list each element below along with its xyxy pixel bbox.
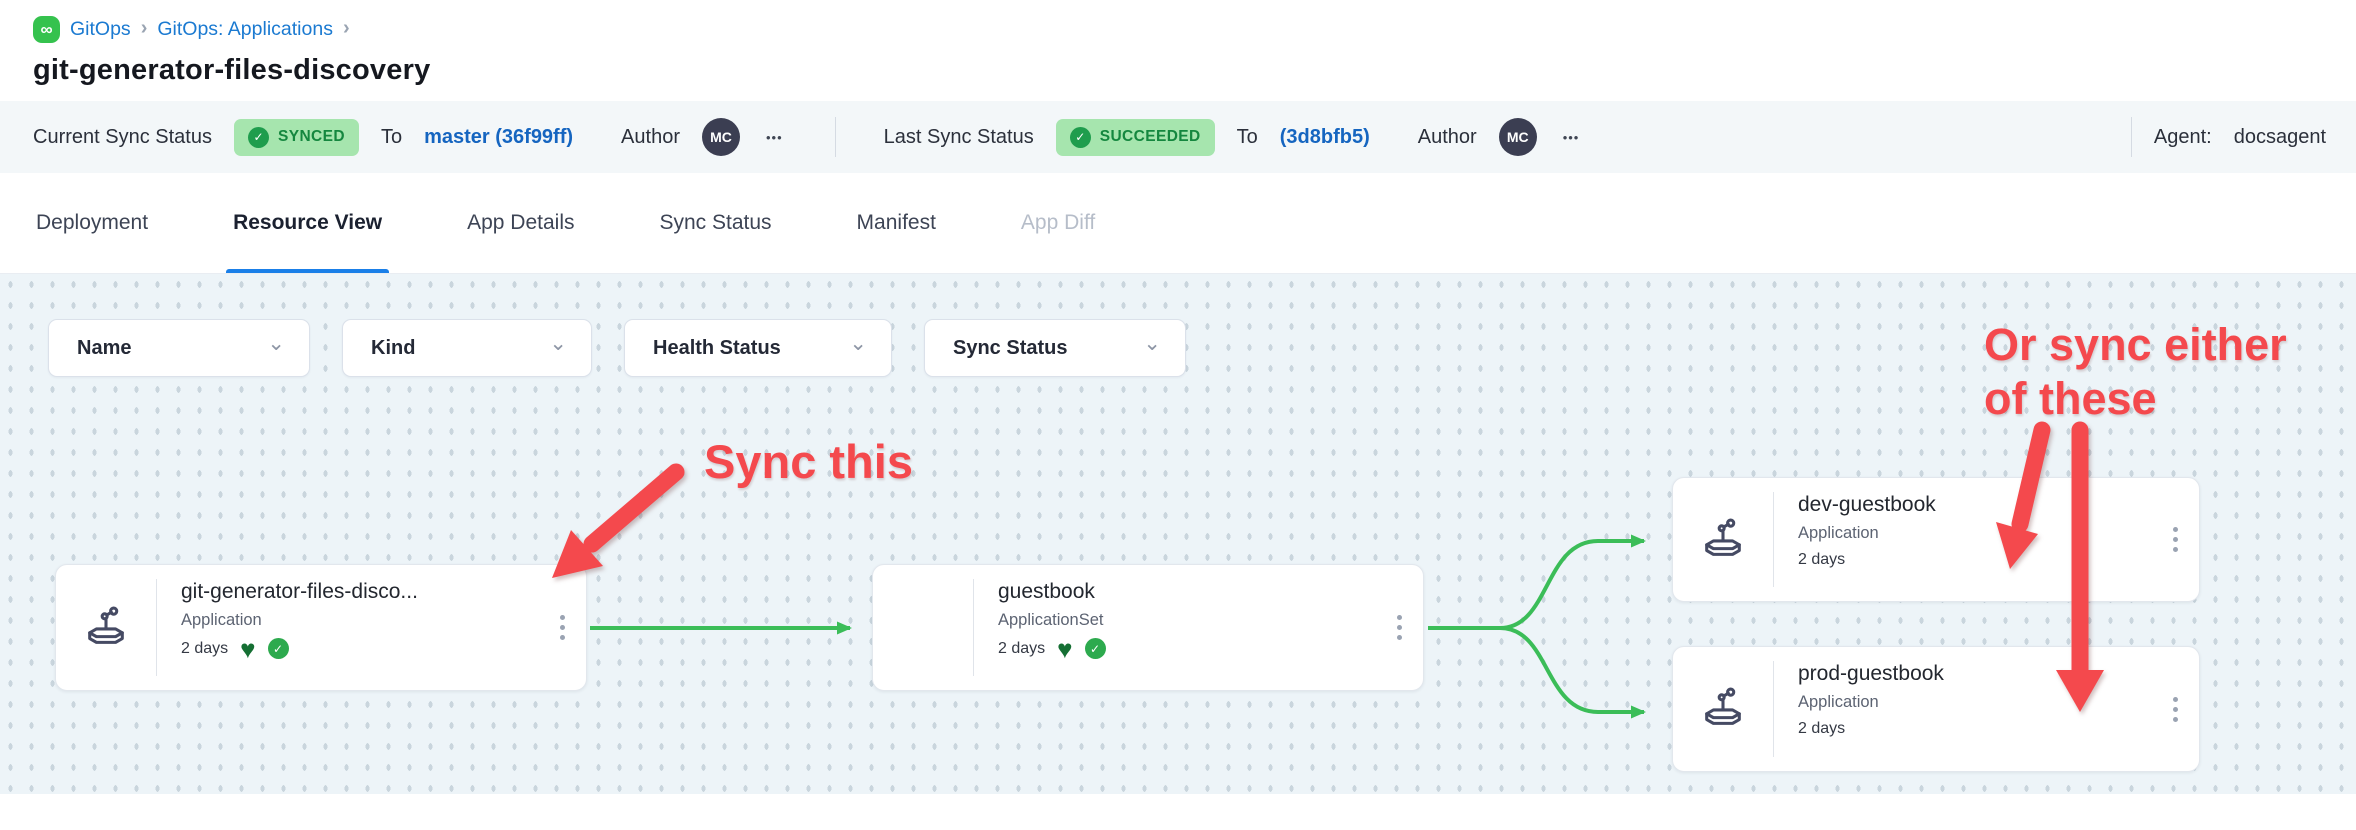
current-sync-status-badge: ✓ SYNCED [234,119,359,156]
node-title: git-generator-files-disco... [181,580,538,604]
breadcrumb-chevron-icon: › [141,17,148,40]
chevron-down-icon: ⌄ [849,331,867,356]
last-sync-status-label: Last Sync Status [884,126,1034,149]
last-author-label: Author [1418,126,1477,149]
node-menu-kebab-icon[interactable] [538,565,586,690]
tab-manifest[interactable]: Manifest [854,173,939,273]
tab-deployment[interactable]: Deployment [33,173,151,273]
node-body: dev-guestbook Application 2 days [1774,478,2151,601]
sync-check-icon: ✓ [1085,638,1106,659]
resource-graph-canvas: Name ⌄ Kind ⌄ Health Status ⌄ Sync Statu… [0,274,2356,794]
node-icon-zone [1673,478,1773,601]
page-header: ∞ GitOps › GitOps: Applications › git-ge… [0,0,2356,101]
node-menu-kebab-icon[interactable] [2151,647,2199,771]
node-menu-kebab-icon[interactable] [1375,565,1423,690]
last-sync-target-link[interactable]: (3d8bfb5) [1280,126,1370,149]
node-age: 2 days [181,640,228,658]
sync-check-icon: ✓ [268,638,289,659]
filter-dropdown-name[interactable]: Name ⌄ [48,319,310,377]
node-body: prod-guestbook Application 2 days [1774,647,2151,771]
node-age: 2 days [1798,551,1845,569]
agent-value: docsagent [2234,126,2326,149]
current-author-label: Author [621,126,680,149]
node-icon-zone [873,565,973,690]
filter-dropdown-kind[interactable]: Kind ⌄ [342,319,592,377]
argo-application-icon [83,605,129,651]
node-icon-zone [56,565,156,690]
badge-label: SUCCEEDED [1100,128,1201,146]
current-more-actions-button[interactable]: ••• [762,126,787,149]
tab-resource-view[interactable]: Resource View [230,173,385,273]
graph-node-prod-guestbook[interactable]: prod-guestbook Application 2 days [1672,646,2200,772]
node-icon-zone [1673,647,1773,771]
filter-label: Kind [371,337,415,360]
filter-bar: Name ⌄ Kind ⌄ Health Status ⌄ Sync Statu… [48,319,1186,377]
check-circle-icon: ✓ [1070,127,1091,148]
node-meta: 2 days [1798,720,2151,738]
tab-sync-status[interactable]: Sync Status [656,173,774,273]
tab-app-details[interactable]: App Details [464,173,577,273]
sync-status-bar: Current Sync Status ✓ SYNCED To master (… [0,101,2356,173]
annotation-or-sync-either: Or sync either of these [1984,318,2287,426]
divider [835,117,836,157]
health-heart-icon: ♥ [240,639,255,659]
chevron-down-icon: ⌄ [549,331,567,356]
node-menu-kebab-icon[interactable] [2151,478,2199,601]
divider [2131,117,2132,157]
node-kind: Application [1798,693,2151,712]
last-more-actions-button[interactable]: ••• [1559,126,1584,149]
agent-label: Agent: [2154,126,2212,149]
last-to-label: To [1237,126,1258,149]
chevron-down-icon: ⌄ [1143,331,1161,356]
node-kind: ApplicationSet [998,611,1375,630]
filter-dropdown-health-status[interactable]: Health Status ⌄ [624,319,892,377]
badge-label: SYNCED [278,128,345,146]
node-meta: 2 days [1798,551,2151,569]
current-sync-status-label: Current Sync Status [33,126,212,149]
agent-group: Agent: docsagent [2131,117,2326,157]
last-sync-status-badge: ✓ SUCCEEDED [1056,119,1215,156]
check-circle-icon: ✓ [248,127,269,148]
node-title: prod-guestbook [1798,662,2151,686]
health-heart-icon: ♥ [1057,639,1072,659]
node-kind: Application [1798,524,2151,543]
argo-application-icon [1700,686,1746,732]
last-author-avatar[interactable]: MC [1499,118,1537,156]
tab-bar: Deployment Resource View App Details Syn… [0,173,2356,274]
gitops-logo-icon: ∞ [33,16,60,43]
argo-application-icon [1700,517,1746,563]
graph-node-guestbook-appset[interactable]: guestbook ApplicationSet 2 days ♥ ✓ [872,564,1424,691]
node-meta: 2 days ♥ ✓ [998,638,1375,659]
annotation-line: of these [1984,372,2287,426]
graph-node-git-generator-files-discovery[interactable]: git-generator-files-disco... Application… [55,564,587,691]
node-body: git-generator-files-disco... Application… [157,565,538,690]
graph-node-dev-guestbook[interactable]: dev-guestbook Application 2 days [1672,477,2200,602]
filter-label: Sync Status [953,337,1067,360]
current-author-avatar[interactable]: MC [702,118,740,156]
page-title: git-generator-files-discovery [33,54,2323,87]
filter-label: Health Status [653,337,781,360]
tab-app-diff: App Diff [1018,173,1098,273]
chevron-down-icon: ⌄ [267,331,285,356]
annotation-line: Or sync either [1984,318,2287,372]
node-age: 2 days [1798,720,1845,738]
node-age: 2 days [998,640,1045,658]
breadcrumb: ∞ GitOps › GitOps: Applications › [33,16,2323,43]
node-body: guestbook ApplicationSet 2 days ♥ ✓ [974,565,1375,690]
filter-label: Name [77,337,131,360]
filter-dropdown-sync-status[interactable]: Sync Status ⌄ [924,319,1186,377]
breadcrumb-link-applications[interactable]: GitOps: Applications [157,18,333,41]
annotation-sync-this: Sync this [704,434,913,489]
breadcrumb-link-gitops[interactable]: GitOps [70,18,131,41]
node-title: dev-guestbook [1798,493,2151,517]
node-title: guestbook [998,580,1375,604]
current-to-label: To [381,126,402,149]
node-meta: 2 days ♥ ✓ [181,638,538,659]
breadcrumb-chevron-icon: › [343,17,350,40]
node-kind: Application [181,611,538,630]
current-sync-target-link[interactable]: master (36f99ff) [424,126,573,149]
